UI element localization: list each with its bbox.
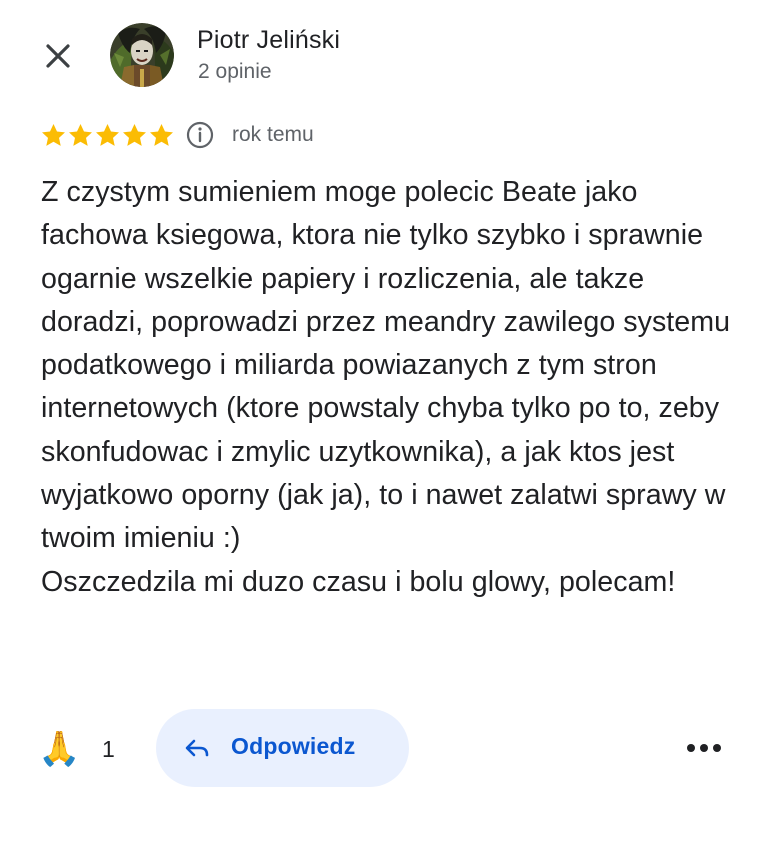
avatar-image (110, 23, 174, 87)
close-button[interactable] (38, 36, 78, 76)
author-name[interactable]: Piotr Jeliński (197, 26, 340, 55)
like-button[interactable]: 🙏 1 (38, 729, 115, 769)
folded-hands-icon: 🙏 (38, 729, 81, 769)
review-time: rok temu (232, 123, 314, 146)
star-rating (40, 122, 175, 149)
reply-button[interactable]: Odpowiedz (156, 709, 409, 787)
star-icon (42, 123, 65, 146)
close-icon (46, 44, 70, 68)
author-review-count: 2 opinie (198, 60, 272, 83)
star-icon (69, 123, 92, 146)
review-actions: 🙏 1 Odpowiedz (38, 709, 738, 787)
star-icon (150, 123, 173, 146)
review-text: Z czystym sumieniem moge polecic Beate j… (41, 176, 731, 598)
star-icon (123, 123, 146, 146)
rating-row: rok temu (40, 118, 314, 152)
like-count: 1 (102, 735, 115, 762)
info-icon (186, 121, 214, 149)
reply-arrow-icon (185, 739, 209, 757)
reply-label: Odpowiedz (231, 733, 356, 759)
star-icon (96, 123, 119, 146)
more-options-button[interactable] (684, 733, 724, 763)
more-horizontal-icon (687, 744, 721, 752)
info-button[interactable] (185, 120, 215, 150)
avatar[interactable] (110, 23, 174, 87)
